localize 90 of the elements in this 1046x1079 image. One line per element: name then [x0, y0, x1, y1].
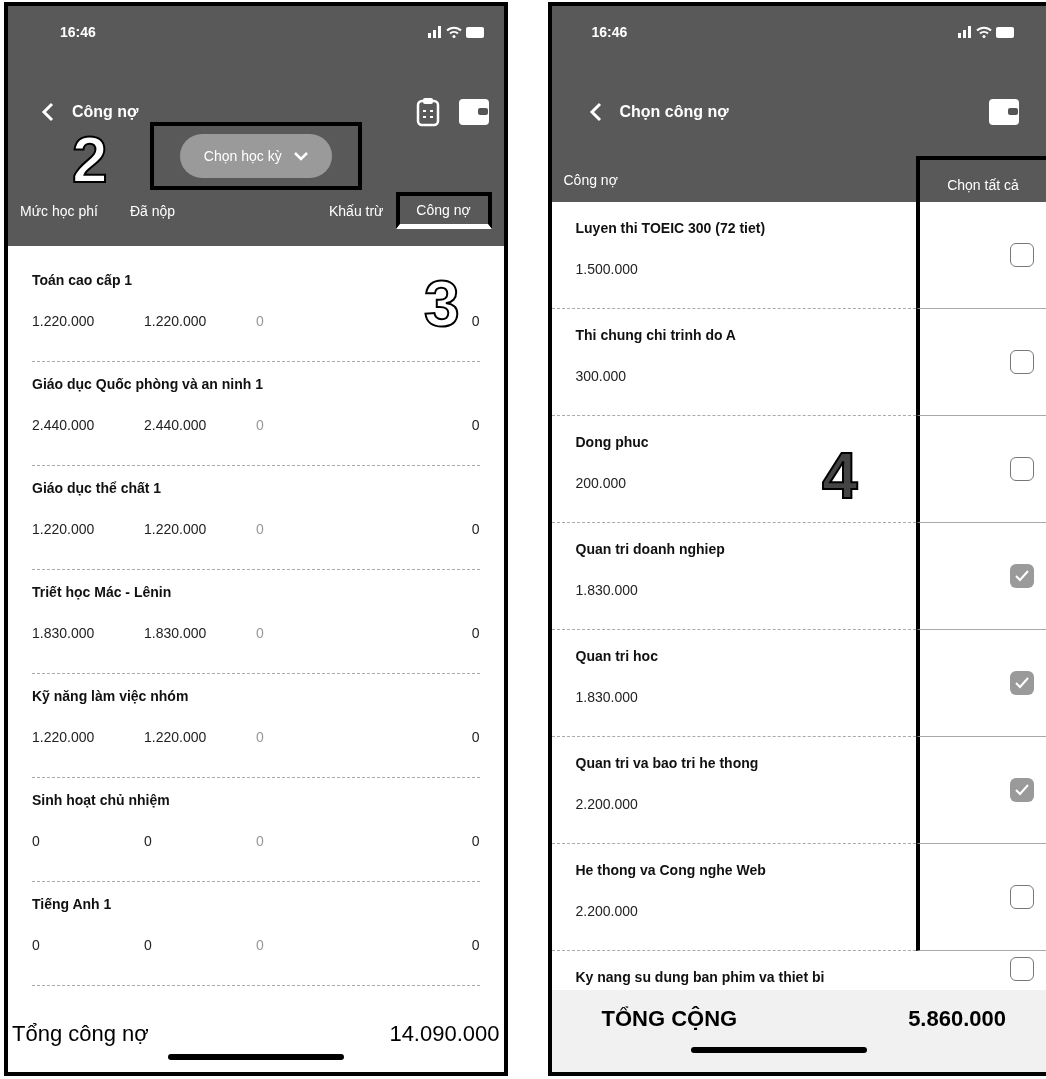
battery-icon: [465, 27, 484, 38]
fee-amount: 300.000: [575, 367, 628, 386]
amount-cell-text: 1.220.000: [144, 520, 208, 539]
fee-name: Luyen thi TOEIC 300 (72 tiet): [575, 219, 767, 238]
screen-title: Công nợ: [72, 102, 139, 122]
fee-name: Ky nang su dung ban phim va thiet bi: [575, 968, 826, 987]
course-name: Toán cao cấp 1: [32, 271, 134, 290]
amount-cell-text: 1.220.000: [32, 312, 96, 331]
fee-name: He thong va Cong nghe Web: [575, 861, 767, 880]
callout-number: 3: [424, 272, 460, 336]
back-chevron-icon: [588, 102, 603, 122]
amount-cell-text: 1.220.000: [32, 520, 96, 539]
amount-cell-text: 0: [256, 728, 265, 747]
amount-cell-text: 0: [256, 520, 265, 539]
signal-icon: [427, 26, 442, 38]
amount-cell-text: 2.440.000: [32, 416, 96, 435]
checkbox[interactable]: [1010, 350, 1034, 374]
check-icon: [1015, 784, 1029, 796]
course-name: Sinh hoạt chủ nhiệm: [32, 791, 171, 810]
wifi-icon: [445, 26, 462, 38]
fee-name: Quan tri doanh nghiep: [575, 540, 726, 559]
checkbox[interactable]: [1010, 457, 1034, 481]
amount-cell-text: 0: [32, 832, 41, 851]
amount-cell-text: 2.440.000: [144, 416, 208, 435]
column-header: Khấu trừ: [328, 202, 385, 221]
checkbox[interactable]: [1010, 957, 1034, 981]
amount-cell-text: 0: [470, 416, 480, 435]
fee-amount: 1.500.000: [575, 260, 639, 279]
course-name: Giáo dục Quốc phòng và an ninh 1: [32, 375, 264, 394]
course-name: Triết học Mác - Lênin: [32, 583, 173, 602]
column-header: Mức học phí: [20, 202, 99, 221]
fee-name: Dong phuc: [575, 433, 650, 452]
amount-cell-text: 1.830.000: [144, 624, 208, 643]
amount-cell-text: 0: [256, 312, 265, 331]
section-label: Công nợ: [562, 171, 619, 190]
fee-name: Quan tri va bao tri he thong: [575, 754, 760, 773]
amount-cell-text: 0: [144, 832, 153, 851]
fee-name: Thi chung chi trinh do A: [575, 326, 737, 345]
course-name: Kỹ năng làm việc nhóm: [32, 687, 190, 706]
clipboard-icon: [415, 97, 440, 127]
amount-cell-text: 0: [470, 520, 480, 539]
status-time: 16:46: [591, 23, 628, 42]
battery-icon: [996, 27, 1014, 38]
column-header: Đã nộp: [130, 202, 177, 221]
check-icon: [1015, 570, 1029, 582]
amount-cell-text: 1.830.000: [32, 624, 96, 643]
amount-cell-text: 0: [470, 728, 480, 747]
amount-cell-text: 0: [256, 416, 265, 435]
amount-cell-text: 0: [256, 624, 265, 643]
wifi-icon: [976, 26, 992, 38]
chevron-down-icon: [293, 151, 308, 161]
amount-cell-text: 1.220.000: [144, 728, 208, 747]
fee-amount: 2.200.000: [575, 902, 639, 921]
total-label: Tổng công nợ: [12, 1020, 149, 1048]
total-amount: 5.860.000: [908, 1005, 1006, 1033]
checkbox[interactable]: [1010, 885, 1034, 909]
amount-cell-text: 0: [144, 936, 153, 955]
fee-amount: 200.000: [575, 474, 628, 493]
amount-cell-text: 0: [470, 624, 480, 643]
amount-cell-text: 0: [256, 936, 265, 955]
amount-cell-text: 0: [470, 832, 480, 851]
course-name: Tiếng Anh 1: [32, 895, 113, 914]
signal-icon: [958, 26, 972, 38]
select-all-button[interactable]: Chọn tất cả: [916, 156, 1046, 202]
back-chevron-icon: [41, 102, 55, 122]
amount-cell-text: 0: [470, 936, 480, 955]
total-amount: 14.090.000: [389, 1020, 500, 1048]
amount-cell-text: 0: [470, 312, 480, 331]
total-label: TỔNG CỘNG: [601, 1005, 738, 1033]
checkbox[interactable]: [1010, 778, 1034, 802]
fee-name: Quan tri hoc: [575, 647, 659, 666]
checkbox[interactable]: [1010, 564, 1034, 588]
fee-amount: 1.830.000: [575, 581, 639, 600]
callout-number: 4: [822, 444, 858, 508]
course-name: Giáo dục thể chất 1: [32, 479, 163, 498]
wallet-icon: [457, 97, 490, 127]
status-time: 16:46: [60, 23, 96, 42]
checkbox[interactable]: [1010, 243, 1034, 267]
fee-amount: 1.830.000: [575, 688, 639, 707]
amount-cell-text: 1.220.000: [32, 728, 96, 747]
column-header: Công nợ: [395, 192, 492, 229]
screen-title: Chọn công nợ: [619, 102, 729, 122]
amount-cell-text: 0: [256, 832, 265, 851]
amount-cell-text: 0: [32, 936, 41, 955]
wallet-icon: [988, 97, 1020, 127]
amount-cell-text: 1.220.000: [144, 312, 208, 331]
checkbox[interactable]: [1010, 671, 1034, 695]
check-icon: [1015, 677, 1029, 689]
callout-number: 2: [72, 128, 108, 192]
fee-amount: 2.200.000: [575, 795, 639, 814]
